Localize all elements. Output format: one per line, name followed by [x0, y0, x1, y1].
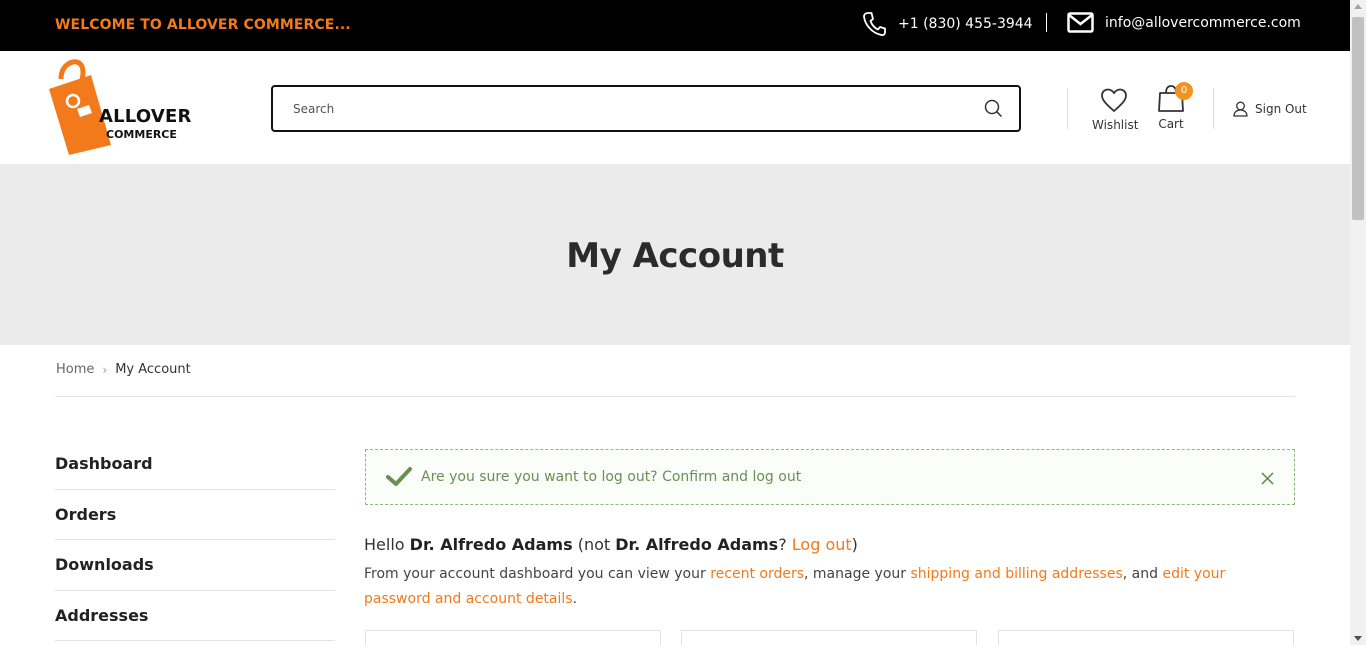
brand-name: ALLOVER — [99, 106, 192, 127]
logout-link[interactable]: Log out — [792, 535, 852, 554]
greeting-close-paren: ) — [851, 535, 858, 554]
sign-out-label: Sign Out — [1255, 102, 1307, 116]
user-name: Dr. Alfredo Adams — [409, 535, 573, 554]
user-name-repeat: Dr. Alfredo Adams — [615, 535, 779, 554]
cart-count-badge: 0 — [1175, 82, 1193, 100]
checkmark-icon — [386, 467, 412, 486]
sidebar-item-orders[interactable]: Orders — [55, 490, 335, 540]
email-contact[interactable]: info@allovercommerce.com — [1067, 12, 1301, 33]
topbar-divider — [1046, 13, 1047, 32]
envelope-icon — [1067, 12, 1094, 33]
sign-out-link[interactable]: Sign Out — [1233, 101, 1307, 117]
site-logo[interactable]: ALLOVER COMMERCE — [47, 57, 197, 157]
breadcrumb-current: My Account — [115, 362, 191, 377]
close-notice-button[interactable] — [1261, 470, 1274, 489]
greeting: Hello Dr. Alfredo Adams (not Dr. Alfredo… — [364, 535, 858, 554]
sidebar-item-dashboard[interactable]: Dashboard — [55, 439, 335, 490]
notice-message[interactable]: Are you sure you want to log out? Confir… — [421, 469, 801, 485]
search-button[interactable] — [984, 99, 1003, 122]
sidebar-item-downloads[interactable]: Downloads — [55, 540, 335, 591]
scrollbar-thumb[interactable] — [1352, 17, 1364, 220]
search-input[interactable] — [293, 99, 973, 119]
cart-button[interactable]: 0 Cart — [1155, 82, 1193, 131]
logout-confirm-notice: Are you sure you want to log out? Confir… — [365, 449, 1295, 505]
header-divider — [1213, 88, 1214, 129]
breadcrumb-divider — [55, 396, 1295, 397]
page-scrollbar[interactable] — [1350, 0, 1366, 645]
close-icon — [1261, 472, 1274, 485]
intro-text: . — [572, 591, 578, 607]
intro-text: , manage your — [804, 566, 907, 582]
dashboard-card[interactable] — [681, 630, 977, 645]
dashboard-card[interactable] — [998, 630, 1294, 645]
phone-number: +1 (830) 455-3944 — [898, 16, 1033, 32]
sidebar-item-addresses[interactable]: Addresses — [55, 591, 335, 641]
addresses-link[interactable]: shipping and billing addresses — [910, 566, 1122, 582]
chevron-right-icon: › — [102, 362, 108, 377]
phone-icon — [863, 12, 886, 36]
scroll-up-arrow-icon[interactable] — [1354, 4, 1362, 9]
breadcrumb: Home › My Account — [56, 362, 191, 377]
header-divider — [1067, 88, 1068, 129]
scroll-down-arrow-icon[interactable] — [1354, 636, 1362, 641]
page-banner: My Account — [0, 164, 1350, 345]
cart-label: Cart — [1158, 117, 1184, 131]
intro-text: From your account dashboard you can view… — [364, 566, 706, 582]
top-bar: WELCOME TO ALLOVER COMMERCE... +1 (830) … — [0, 0, 1350, 51]
dashboard-intro: From your account dashboard you can view… — [364, 562, 1264, 612]
page-title: My Account — [566, 236, 784, 276]
wishlist-button[interactable]: Wishlist — [1092, 88, 1139, 132]
greeting-not: (not — [577, 535, 611, 554]
phone-contact[interactable]: +1 (830) 455-3944 — [862, 11, 1033, 37]
email-address: info@allovercommerce.com — [1105, 14, 1301, 31]
breadcrumb-home[interactable]: Home — [56, 362, 94, 377]
dashboard-card[interactable] — [365, 630, 661, 645]
welcome-text: WELCOME TO ALLOVER COMMERCE... — [55, 17, 351, 33]
user-icon — [1233, 101, 1248, 117]
site-header: ALLOVER COMMERCE Wishlist 0 Cart — [0, 51, 1350, 164]
recent-orders-link[interactable]: recent orders — [710, 566, 804, 582]
brand-subtitle: COMMERCE — [106, 128, 177, 141]
heart-icon — [1101, 88, 1127, 113]
wishlist-label: Wishlist — [1092, 118, 1139, 132]
greeting-hello: Hello — [364, 535, 405, 554]
greeting-question: ? — [778, 535, 787, 554]
intro-text: , and — [1122, 566, 1159, 582]
search-box — [271, 85, 1021, 132]
account-sidebar: Dashboard Orders Downloads Addresses — [55, 439, 335, 641]
search-icon — [984, 99, 1003, 118]
